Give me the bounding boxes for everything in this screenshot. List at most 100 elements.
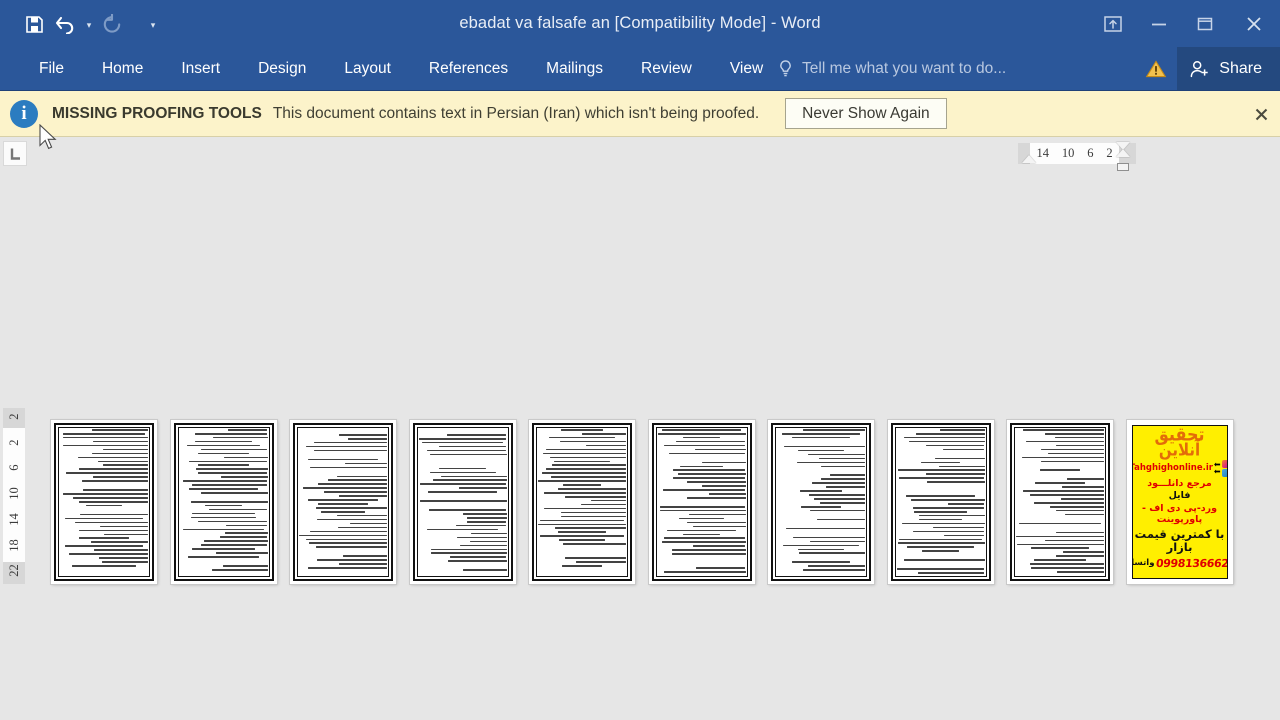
- text-line: [1022, 456, 1104, 459]
- table-row[interactable]: [648, 420, 755, 584]
- left-indent-marker[interactable]: [1022, 155, 1036, 163]
- text-line: [544, 507, 626, 510]
- text-line: [899, 477, 985, 479]
- text-line: [1067, 478, 1104, 480]
- page-text-5: [538, 429, 626, 575]
- close-button[interactable]: [1228, 0, 1280, 47]
- tab-insert[interactable]: Insert: [162, 47, 239, 90]
- document-canvas[interactable]: تحقیق آنلاین Tahghighonline.ir ⬅ ⬅ مرجع …: [0, 137, 1280, 720]
- text-line: [79, 500, 148, 503]
- minimize-button[interactable]: [1136, 0, 1182, 47]
- vertical-ruler[interactable]: 2 2 6 10 14 18 22: [3, 408, 25, 584]
- text-line: [220, 476, 268, 478]
- text-line: [189, 488, 258, 490]
- text-line: [306, 538, 387, 541]
- close-icon[interactable]: [1248, 101, 1274, 127]
- text-line: [1030, 547, 1090, 550]
- tab-design[interactable]: Design: [239, 47, 325, 90]
- tab-review[interactable]: Review: [622, 47, 711, 90]
- text-line: [62, 493, 148, 495]
- share-button[interactable]: Share: [1177, 47, 1280, 90]
- tab-mailings[interactable]: Mailings: [527, 47, 622, 90]
- text-line: [544, 492, 626, 494]
- tab-stop-selector[interactable]: [3, 141, 27, 166]
- text-line: [1025, 440, 1104, 443]
- never-show-again-button[interactable]: Never Show Again: [785, 98, 947, 129]
- text-line: [82, 489, 148, 491]
- tab-view[interactable]: View: [711, 47, 782, 90]
- text-line: [439, 467, 486, 470]
- table-row[interactable]: [170, 420, 277, 584]
- text-line: [102, 561, 148, 563]
- text-line: [192, 548, 255, 550]
- tell-me-search[interactable]: Tell me what you want to do...: [778, 47, 1006, 90]
- text-line: [200, 448, 268, 451]
- text-line: [938, 465, 985, 468]
- table-row[interactable]: [290, 420, 396, 584]
- text-line: [913, 530, 985, 533]
- text-line: [1061, 486, 1104, 488]
- notice-message: This document contains text in Persian (…: [272, 104, 760, 122]
- ad-website-row: Tahghighonline.ir ⬅ ⬅: [1133, 459, 1227, 477]
- text-line: [200, 544, 268, 546]
- warning-triangle-icon[interactable]: [1135, 47, 1177, 90]
- ad-download-line: مرجع دانلـــود: [1147, 477, 1212, 489]
- text-line: [1040, 448, 1104, 451]
- page-text-7: [777, 429, 865, 575]
- text-line: [226, 524, 268, 527]
- table-row[interactable]: تحقیق آنلاین Tahghighonline.ir ⬅ ⬅ مرجع …: [1126, 420, 1233, 584]
- text-line: [692, 525, 746, 528]
- right-indent-box[interactable]: [1117, 163, 1129, 171]
- page-text-6: [658, 429, 746, 575]
- table-row[interactable]: [1007, 420, 1113, 584]
- text-line: [807, 565, 865, 567]
- text-line: [660, 505, 746, 508]
- text-line: [71, 565, 137, 567]
- maximize-button[interactable]: [1182, 0, 1228, 47]
- tab-references[interactable]: References: [410, 47, 527, 90]
- text-line: [103, 448, 148, 451]
- advertisement-page: تحقیق آنلاین Tahghighonline.ir ⬅ ⬅ مرجع …: [1131, 425, 1228, 579]
- text-line: [689, 513, 746, 516]
- hanging-indent-marker[interactable]: [1116, 149, 1130, 157]
- text-line: [899, 538, 982, 541]
- arrow-glyph-2: ⬅: [1213, 467, 1221, 477]
- text-line: [317, 518, 387, 521]
- ad-whatsapp-label: واتساپ: [1131, 558, 1155, 569]
- table-row[interactable]: [51, 420, 157, 584]
- text-line: [420, 483, 507, 485]
- text-line: [309, 530, 387, 533]
- text-line: [683, 533, 720, 536]
- tab-layout[interactable]: Layout: [325, 47, 410, 90]
- ribbon-display-options-icon[interactable]: [1090, 0, 1136, 47]
- table-row[interactable]: [409, 420, 516, 584]
- text-line: [680, 465, 723, 468]
- text-line: [216, 552, 268, 554]
- text-line: [450, 556, 507, 558]
- arrow-left-icon: ⬅ ⬅: [1213, 461, 1221, 477]
- text-line: [227, 429, 268, 431]
- table-row[interactable]: [887, 420, 994, 584]
- text-line: [821, 478, 865, 480]
- horizontal-ruler[interactable]: 14 10 6 2: [1018, 142, 1136, 171]
- table-row[interactable]: [529, 420, 635, 584]
- text-line: [686, 521, 746, 524]
- text-line: [225, 532, 268, 535]
- text-line: [687, 497, 746, 499]
- text-line: [807, 453, 865, 456]
- text-line: [552, 464, 626, 467]
- page-text-2: [180, 429, 268, 575]
- table-row[interactable]: [768, 420, 874, 584]
- text-line: [74, 521, 148, 524]
- text-line: [350, 522, 387, 525]
- text-line: [683, 436, 720, 439]
- tab-file[interactable]: File: [20, 47, 83, 90]
- text-line: [581, 503, 626, 506]
- text-line: [560, 511, 626, 514]
- text-line: [559, 539, 605, 541]
- text-line: [79, 529, 148, 532]
- title-bar: ▾ ▾ ebadat va falsafe an [Compatibility …: [0, 0, 1280, 47]
- tab-home[interactable]: Home: [83, 47, 162, 90]
- text-line: [1050, 505, 1104, 508]
